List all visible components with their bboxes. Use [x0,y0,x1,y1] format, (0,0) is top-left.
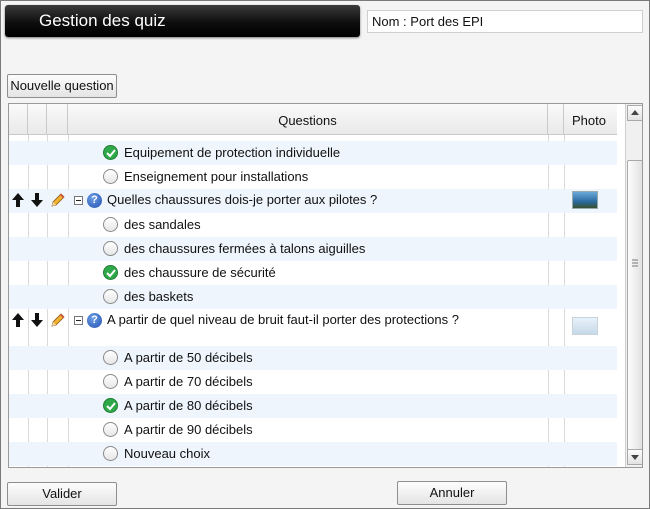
question-text: A partir de quel niveau de bruit faut-il… [107,312,459,327]
answer-text: des sandales [124,217,201,232]
answer-row[interactable]: A partir de 50 décibels [9,346,617,370]
radio-icon[interactable] [103,241,118,256]
question-row[interactable]: ? A partir de quel niveau de bruit faut-i… [9,309,617,346]
answer-row[interactable]: Nouveau choix [9,442,617,466]
collapse-icon[interactable] [74,196,83,205]
answer-row[interactable]: Enseignement pour installations [9,165,617,189]
radio-icon[interactable] [103,374,118,389]
answer-text: Enseignement pour installations [124,169,309,184]
scroll-thumb[interactable] [627,160,642,450]
new-question-button[interactable]: Nouvelle question [7,74,117,98]
collapse-icon[interactable] [74,316,83,325]
radio-icon[interactable] [103,350,118,365]
quiz-name-value: Port des EPI [410,14,484,29]
header-questions[interactable]: Questions [68,104,548,135]
quiz-name-label: Nom : [372,14,407,29]
pencil-icon[interactable] [50,192,66,208]
radio-icon[interactable] [103,289,118,304]
answer-text: Equipement de protection individuelle [124,145,341,160]
quiz-window: Gestion des quiz Nom : Port des EPI Nouv… [0,0,650,509]
table-body: Equipement de protection individuelle Ens… [9,135,617,467]
arrow-down-icon[interactable] [31,193,43,207]
quiz-name-field[interactable]: Nom : Port des EPI [367,10,643,33]
answer-text: A partir de 90 décibels [124,422,253,437]
check-icon[interactable] [103,398,118,413]
scroll-up-button[interactable] [627,105,642,121]
question-text: Quelles chaussures dois-je porter aux pi… [107,192,378,207]
question-row[interactable]: ? Quelles chaussures dois-je porter aux p… [9,189,617,213]
table-header: Questions Photo [9,104,617,135]
answer-row[interactable]: Equipement de protection individuelle [9,141,617,165]
radio-icon[interactable] [103,446,118,461]
answer-text: des chaussures fermées à talons aiguille… [124,241,366,256]
answer-text: A partir de 80 décibels [124,398,253,413]
header-up-col [9,104,28,135]
answer-row[interactable]: A partir de 80 décibels [9,394,617,418]
question-icon: ? [87,313,102,328]
arrow-down-icon[interactable] [31,313,43,327]
answer-row[interactable]: des sandales [9,213,617,237]
radio-icon[interactable] [103,422,118,437]
validate-button[interactable]: Valider [7,482,117,506]
answer-row[interactable]: A partir de 70 décibels [9,370,617,394]
header-sep-col [548,104,564,135]
answer-row[interactable]: des chaussure de sécurité [9,261,617,285]
answer-row[interactable]: A partir de 90 décibels [9,418,617,442]
arrow-up-icon[interactable] [12,313,24,327]
question-icon: ? [87,193,102,208]
answer-text: des chaussure de sécurité [124,265,276,280]
header-edit-col [47,104,68,135]
photo-placeholder[interactable] [572,317,598,335]
answer-text: Nouveau choix [124,446,210,461]
window-title: Gestion des quiz [5,5,360,37]
pencil-icon[interactable] [50,312,66,328]
answer-row[interactable]: des baskets [9,285,617,309]
answer-row[interactable]: des chaussures fermées à talons aiguille… [9,237,617,261]
questions-table: Questions Photo Equipement de protection… [8,103,643,468]
scroll-down-button[interactable] [627,449,642,465]
answer-text: des baskets [124,289,194,304]
partial-row [9,135,617,139]
answer-text: A partir de 70 décibels [124,374,253,389]
vertical-scrollbar[interactable] [625,104,642,467]
answer-text: A partir de 50 décibels [124,350,253,365]
arrow-up-icon[interactable] [12,193,24,207]
radio-icon[interactable] [103,169,118,184]
cancel-button[interactable]: Annuler [397,481,507,505]
header-photo[interactable]: Photo [564,104,614,135]
check-icon[interactable] [103,265,118,280]
photo-thumbnail[interactable] [572,191,598,209]
radio-icon[interactable] [103,217,118,232]
check-icon[interactable] [103,145,118,160]
header-down-col [28,104,47,135]
